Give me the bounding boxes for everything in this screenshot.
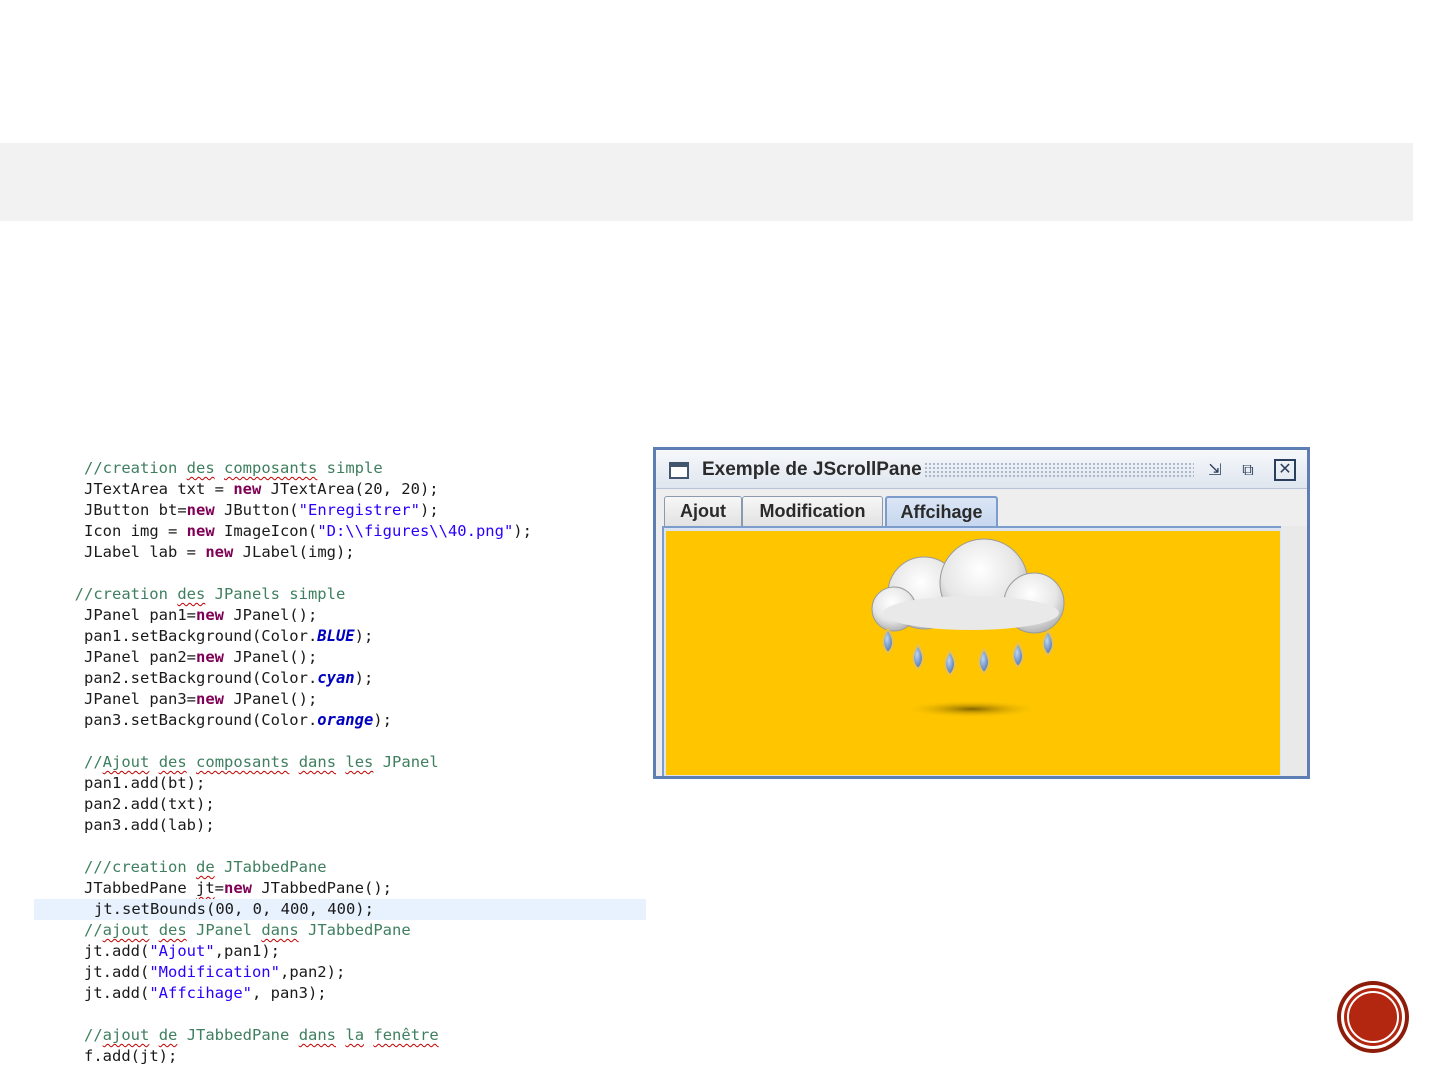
code-line: JPanel pan1=new JPanel(); — [84, 606, 318, 624]
maximize-icon[interactable]: ⧉ — [1237, 459, 1259, 481]
code-line: JButton bt=new JButton("Enregistrer"); — [84, 501, 439, 519]
code-line: jt.add("Ajout",pan1); — [84, 942, 280, 960]
tab-ajout[interactable]: Ajout — [664, 496, 742, 526]
code-line: //Ajout des composants dans les JPanel — [84, 753, 439, 771]
code-line: pan1.add(bt); — [84, 774, 206, 792]
code-line: jt.add("Modification",pan2); — [84, 963, 346, 981]
tab-affcihage[interactable]: Affcihage — [885, 496, 998, 526]
code-listing: //creation des composants simple JTextAr… — [0, 458, 660, 1067]
code-line: jt.setBounds(00, 0, 400, 400); — [34, 899, 646, 920]
window-icon — [669, 462, 689, 479]
code-line: f.add(jt); — [84, 1047, 178, 1065]
slide-title-band — [0, 143, 1413, 221]
code-line: pan3.add(lab); — [84, 816, 215, 834]
code-line: pan2.setBackground(Color.cyan); — [84, 669, 374, 687]
code-line: //creation des JPanels simple — [74, 585, 346, 603]
swing-window: Exemple de JScrollPane ⇲ ⧉ ✕ Ajout Modif… — [653, 447, 1310, 779]
code-line: JTextArea txt = new JTextArea(20, 20); — [84, 480, 439, 498]
iconify-icon[interactable]: ⇲ — [1204, 459, 1226, 481]
code-line: JPanel pan2=new JPanel(); — [84, 648, 318, 666]
window-titlebar[interactable]: Exemple de JScrollPane ⇲ ⧉ ✕ — [656, 450, 1307, 489]
panel-edge — [1281, 526, 1307, 776]
rain-cloud-icon — [871, 538, 1065, 718]
code-line: //creation des composants simple — [84, 459, 383, 477]
code-line: JLabel lab = new JLabel(img); — [84, 543, 355, 561]
orange-panel — [666, 531, 1280, 775]
code-line: pan1.setBackground(Color.BLUE); — [84, 627, 374, 645]
code-line: pan3.setBackground(Color.orange); — [84, 711, 392, 729]
code-line: pan2.add(txt); — [84, 795, 215, 813]
code-line: jt.add("Affcihage", pan3); — [84, 984, 327, 1002]
code-line: ///creation de JTabbedPane — [84, 858, 327, 876]
close-icon[interactable]: ✕ — [1274, 459, 1296, 481]
titlebar-grip — [924, 462, 1194, 478]
code-line: JPanel pan3=new JPanel(); — [84, 690, 318, 708]
window-title: Exemple de JScrollPane — [702, 459, 922, 480]
code-line: //ajout de JTabbedPane dans la fenêtre — [84, 1026, 439, 1044]
code-line: Icon img = new ImageIcon("D:\\figures\\4… — [84, 522, 532, 540]
next-slide-ring — [1347, 991, 1399, 1043]
code-line: //ajout des JPanel dans JTabbedPane — [84, 921, 411, 939]
tab-modification[interactable]: Modification — [742, 496, 883, 526]
code-line: JTabbedPane jt=new JTabbedPane(); — [84, 879, 392, 897]
